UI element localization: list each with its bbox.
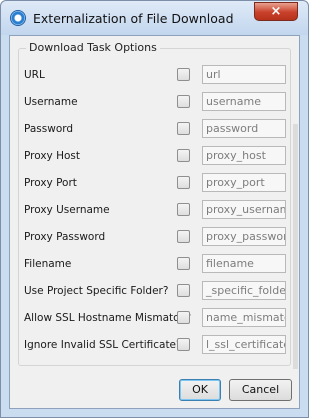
field-password[interactable]: password	[202, 119, 286, 138]
dialog-content: Download Task Options URL url Username u…	[9, 35, 300, 409]
field-proxy-host[interactable]: proxy_host	[202, 146, 286, 165]
row-label-ssl-certificate: Ignore Invalid SSL Certificate?	[24, 339, 182, 351]
field-proxy-password[interactable]: proxy_password	[202, 227, 286, 246]
row-label-url: URL	[24, 69, 45, 81]
field-proxy-port[interactable]: proxy_port	[202, 173, 286, 192]
close-button[interactable]: ×	[254, 2, 298, 21]
dialog-title: Externalization of File Download	[33, 11, 234, 26]
field-ssl-hostname[interactable]: name_mismatch?	[202, 308, 286, 327]
title-bar[interactable]: Externalization of File Download ×	[1, 1, 308, 35]
dialog-window: Externalization of File Download × Downl…	[0, 0, 309, 418]
close-icon: ×	[270, 4, 282, 19]
field-project-folder[interactable]: _specific_folder?	[202, 281, 286, 300]
checkbox-password[interactable]	[177, 122, 190, 135]
row-label-filename: Filename	[24, 258, 72, 270]
cancel-button[interactable]: Cancel	[229, 379, 292, 401]
field-url[interactable]: url	[202, 65, 286, 84]
checkbox-ssl-hostname[interactable]	[177, 311, 190, 324]
row-label-proxy-password: Proxy Password	[24, 231, 106, 243]
ok-button[interactable]: OK	[179, 379, 221, 401]
row-label-ssl-hostname: Allow SSL Hostname Mismatch?	[24, 312, 192, 324]
checkbox-proxy-username[interactable]	[177, 203, 190, 216]
checkbox-filename[interactable]	[177, 257, 190, 270]
vertical-scrollbar[interactable]	[293, 124, 298, 369]
field-username[interactable]: username	[202, 92, 286, 111]
checkbox-proxy-host[interactable]	[177, 149, 190, 162]
checkbox-proxy-port[interactable]	[177, 176, 190, 189]
checkbox-proxy-password[interactable]	[177, 230, 190, 243]
field-filename[interactable]: filename	[202, 254, 286, 273]
row-label-proxy-host: Proxy Host	[24, 150, 81, 162]
row-label-project-folder: Use Project Specific Folder?	[24, 285, 169, 297]
row-label-proxy-username: Proxy Username	[24, 204, 110, 216]
field-ssl-certificate[interactable]: l_ssl_certificate?	[202, 335, 286, 354]
checkbox-url[interactable]	[177, 68, 190, 81]
checkbox-username[interactable]	[177, 95, 190, 108]
app-circle-icon	[10, 10, 26, 26]
row-label-proxy-port: Proxy Port	[24, 177, 77, 189]
checkbox-ssl-certificate[interactable]	[177, 338, 190, 351]
checkbox-project-folder[interactable]	[177, 284, 190, 297]
group-legend: Download Task Options	[26, 41, 160, 54]
row-label-username: Username	[24, 96, 78, 108]
row-label-password: Password	[24, 123, 74, 135]
field-proxy-username[interactable]: proxy_username	[202, 200, 286, 219]
